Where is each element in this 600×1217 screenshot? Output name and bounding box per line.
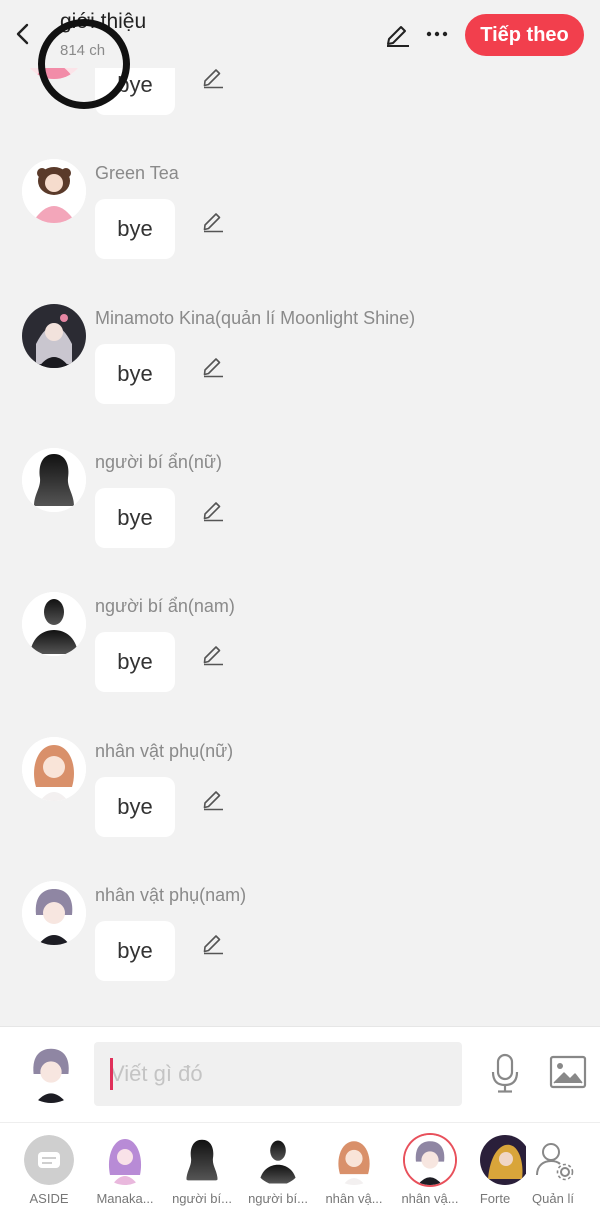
character-manaka[interactable]: Manaka... <box>90 1131 160 1215</box>
character-mystery-female[interactable]: người bí... <box>167 1131 237 1215</box>
user-settings-icon <box>528 1135 578 1185</box>
message-item: nhân vật phụ(nam) bye <box>0 881 600 1025</box>
silhouette-female-avatar <box>177 1135 227 1185</box>
message-bubble[interactable]: bye <box>95 199 175 259</box>
green-tea-avatar <box>22 159 86 223</box>
message-item: Minamoto Kina(quản lí Moonlight Shine) b… <box>0 304 600 448</box>
character-label: người bí... <box>172 1191 232 1206</box>
side-female-avatar <box>22 737 86 801</box>
silhouette-female-avatar <box>22 448 86 512</box>
silhouette-male-avatar <box>253 1135 303 1185</box>
character-label: Quản lí <box>532 1191 574 1206</box>
edit-message-icon[interactable] <box>201 931 225 955</box>
more-options-icon[interactable] <box>422 22 452 46</box>
microphone-icon[interactable] <box>488 1052 522 1094</box>
edit-message-icon[interactable] <box>201 65 225 89</box>
character-mystery-male[interactable]: người bí... <box>243 1131 313 1215</box>
text-caret <box>110 1058 113 1090</box>
manaka-avatar <box>100 1135 150 1185</box>
message-sender-name: nhân vật phụ(nữ) <box>95 741 234 761</box>
side-female-avatar <box>329 1135 379 1185</box>
edit-message-icon[interactable] <box>201 642 225 666</box>
message-bubble[interactable]: bye <box>95 632 175 692</box>
next-button[interactable]: Tiếp theo <box>465 14 584 56</box>
message-sender-name: Green Tea <box>95 163 179 183</box>
message-sender-name: người bí ẩn(nam) <box>95 596 235 616</box>
side-male-avatar <box>22 881 86 945</box>
minamoto-kina-avatar <box>22 304 86 368</box>
character-label: người bí... <box>248 1191 308 1206</box>
current-speaker-avatar[interactable] <box>20 1041 82 1103</box>
character-side-male[interactable]: nhân vậ... <box>395 1131 465 1215</box>
edit-message-icon[interactable] <box>201 354 225 378</box>
message-item: Green Tea bye <box>0 159 600 303</box>
message-bubble[interactable]: bye <box>95 777 175 837</box>
message-item: người bí ẩn(nam) bye <box>0 592 600 736</box>
message-sender-name: người bí ẩn(nữ) <box>95 452 222 472</box>
side-male-avatar <box>405 1135 455 1185</box>
message-item: người bí ẩn(nữ) bye <box>0 448 600 592</box>
message-sender-name: nhân vật phụ(nam) <box>95 885 247 905</box>
message-bubble[interactable]: bye <box>95 488 175 548</box>
character-label: Manaka... <box>96 1191 154 1206</box>
character-label: ASIDE <box>29 1191 69 1206</box>
message-item: nhân vật phụ(nữ) bye <box>0 737 600 881</box>
back-arrow-icon[interactable] <box>10 20 36 48</box>
message-input[interactable] <box>94 1042 462 1106</box>
character-side-female[interactable]: nhân vậ... <box>319 1131 389 1215</box>
edit-message-icon[interactable] <box>201 209 225 233</box>
image-icon[interactable] <box>549 1055 587 1089</box>
edit-message-icon[interactable] <box>201 498 225 522</box>
message-bubble[interactable]: bye <box>95 344 175 404</box>
chat-editor-screen: giới thiệu 814 ch Tiếp theo bye Green Te… <box>0 0 600 1217</box>
character-label: nhân vậ... <box>401 1191 459 1206</box>
message-bubble[interactable]: bye <box>95 921 175 981</box>
edit-title-icon[interactable] <box>384 20 412 48</box>
edit-message-icon[interactable] <box>201 787 225 811</box>
silhouette-male-avatar <box>22 592 86 656</box>
character-selector-bar: ASIDE Manaka... người bí... người bí... … <box>0 1122 600 1217</box>
message-sender-name: Minamoto Kina(quản lí Moonlight Shine) <box>95 308 416 328</box>
circle-annotation <box>38 19 130 109</box>
character-aside[interactable]: ASIDE <box>14 1131 84 1215</box>
manage-characters[interactable]: Quản lí <box>518 1131 588 1215</box>
aside-icon <box>24 1135 74 1185</box>
character-label: nhân vậ... <box>325 1191 383 1206</box>
